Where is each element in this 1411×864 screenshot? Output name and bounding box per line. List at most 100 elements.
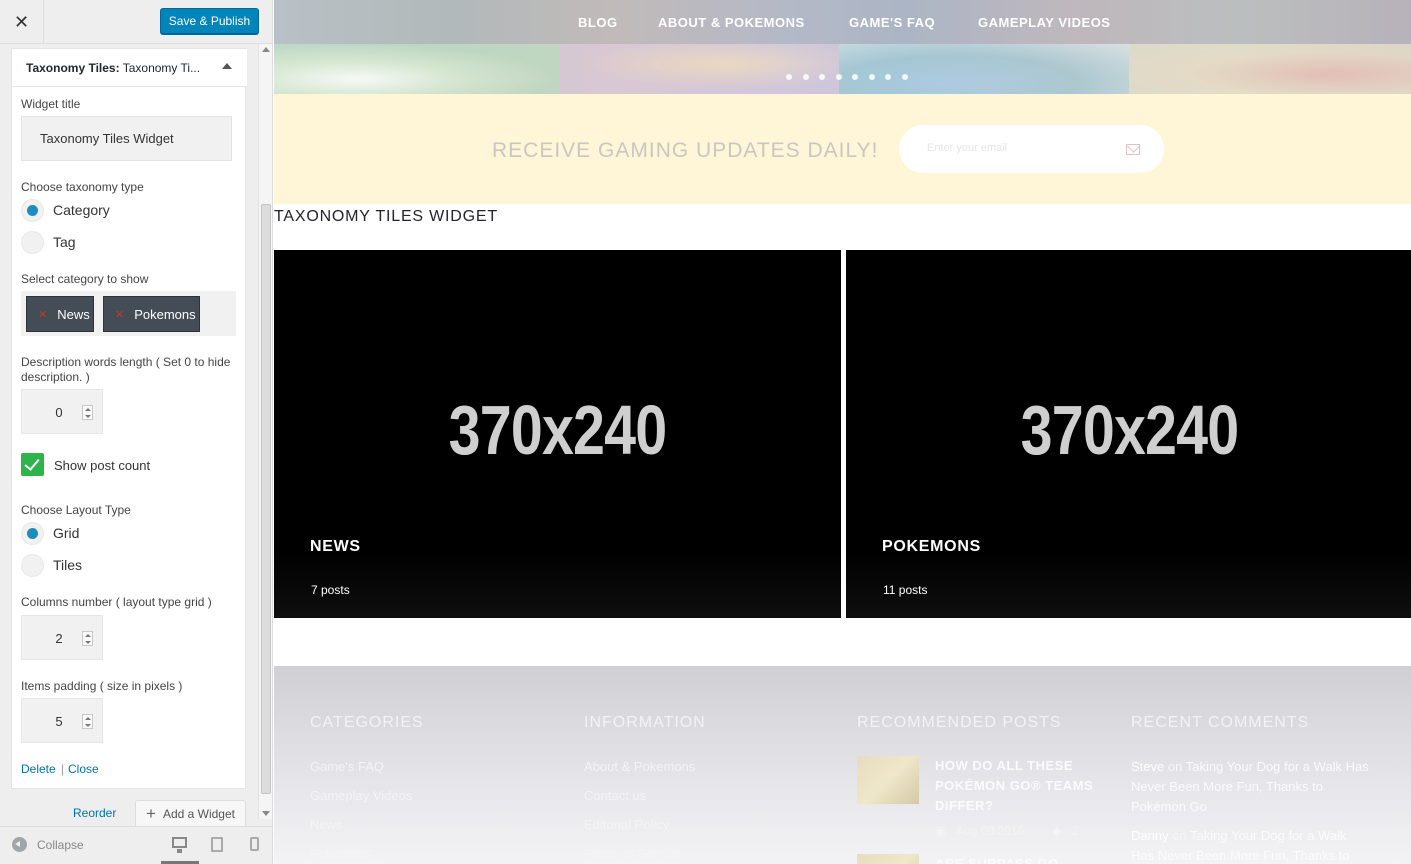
scroll-thumb[interactable] bbox=[261, 204, 271, 794]
columns-value: 2 bbox=[55, 631, 63, 646]
close-link[interactable]: Close bbox=[68, 762, 99, 776]
desc-length-label: Description words length ( Set 0 to hide… bbox=[21, 355, 231, 384]
footer-link[interactable]: News bbox=[310, 817, 343, 832]
slider-dot[interactable] bbox=[901, 74, 908, 80]
comment-on: on bbox=[1167, 759, 1183, 774]
padding-input[interactable]: 5 bbox=[21, 698, 103, 743]
tile-overlay bbox=[846, 548, 1411, 618]
save-publish-button[interactable]: Save & Publish bbox=[160, 8, 259, 34]
scroll-up-icon[interactable] bbox=[262, 47, 270, 52]
tile-placeholder-image: 370x240 bbox=[448, 391, 668, 469]
post-thumbnail[interactable] bbox=[857, 756, 919, 804]
nav-blog[interactable]: BLOG bbox=[578, 15, 618, 30]
widget-title-input[interactable]: Taxonomy Tiles Widget bbox=[21, 116, 232, 161]
radio-grid[interactable] bbox=[21, 522, 44, 545]
post-thumbnail[interactable] bbox=[857, 854, 919, 864]
footer-comments-title: RECENT COMMENTS bbox=[1131, 714, 1310, 731]
customizer-sidebar: ✕ Save & Publish Taxonomy Tiles: Taxonom… bbox=[0, 0, 273, 864]
newsletter-email-input[interactable]: Enter your email bbox=[899, 125, 1164, 173]
envelope-icon[interactable] bbox=[1126, 144, 1140, 155]
reorder-link[interactable]: Reorder bbox=[73, 806, 116, 820]
slider-dot[interactable] bbox=[852, 74, 858, 80]
recent-comment: Steve on Taking Your Dog for a Walk Has … bbox=[1131, 757, 1371, 817]
spinner-icon[interactable] bbox=[82, 631, 93, 646]
tablet-preview-icon[interactable] bbox=[211, 837, 223, 852]
padding-label: Items padding ( size in pixels ) bbox=[21, 679, 183, 693]
collapse-icon[interactable] bbox=[12, 837, 27, 852]
tile-title[interactable]: NEWS bbox=[310, 538, 361, 556]
widget-title-preview: Taxonomy Ti... bbox=[122, 61, 201, 75]
add-widget-label: Add a Widget bbox=[162, 807, 235, 821]
chip-pokemons: ✕ Pokemons bbox=[103, 296, 200, 332]
collapse-button[interactable]: Collapse bbox=[37, 838, 84, 852]
footer-link[interactable]: Pokemons bbox=[310, 846, 371, 861]
slider-dot[interactable] bbox=[835, 74, 842, 80]
scroll-down-icon[interactable] bbox=[262, 811, 270, 816]
close-customizer-button[interactable]: ✕ bbox=[0, 0, 44, 44]
layout-type-label: Choose Layout Type bbox=[21, 503, 131, 517]
post-date: Aug 08 2016 bbox=[956, 824, 1025, 838]
slider-dot[interactable] bbox=[868, 74, 875, 80]
plus-icon: + bbox=[146, 804, 156, 823]
recommended-post-title[interactable]: ARE SURPASS GO FOLL... bbox=[935, 854, 1105, 864]
recommended-post-title[interactable]: HOW DO ALL THESE POKÉMON GO® TEAMS DIFFE… bbox=[935, 756, 1105, 816]
padding-value: 5 bbox=[55, 714, 63, 729]
nav-about-pokemons[interactable]: ABOUT & POKEMONS bbox=[658, 15, 805, 30]
chip-news: ✕ News bbox=[26, 296, 94, 332]
columns-input[interactable]: 2 bbox=[21, 615, 103, 660]
chip-label: Pokemons bbox=[134, 306, 196, 322]
widget-heading: TAXONOMY TILES WIDGET bbox=[274, 208, 498, 225]
remove-icon[interactable]: ✕ bbox=[115, 308, 124, 321]
slider-dot[interactable] bbox=[802, 74, 809, 80]
footer-link[interactable]: Editorial Policy bbox=[584, 817, 669, 832]
radio-tag-label: Tag bbox=[53, 234, 76, 250]
footer-link[interactable]: Contact us bbox=[584, 788, 646, 803]
collapse-arrow-icon[interactable] bbox=[222, 63, 232, 69]
nav-games-faq[interactable]: GAME'S FAQ bbox=[849, 15, 935, 30]
tile-post-count: 11 posts bbox=[883, 583, 928, 597]
comment-icon: ◆ bbox=[1052, 824, 1062, 838]
comment-post-link[interactable]: Taking Your Dog for a Walk Has Never Bee… bbox=[1131, 759, 1369, 814]
main-nav: BLOG ABOUT & POKEMONS GAME'S FAQ GAMEPLA… bbox=[274, 0, 1411, 44]
sidebar-scrollbar[interactable] bbox=[258, 44, 272, 819]
slide-image bbox=[274, 44, 559, 94]
radio-tiles-label: Tiles bbox=[53, 557, 83, 573]
columns-label: Columns number ( layout type grid ) bbox=[21, 595, 212, 609]
comment-author[interactable]: Steve bbox=[1131, 759, 1164, 774]
site-footer: CATEGORIES Game's FAQ Gameplay Videos Ne… bbox=[274, 666, 1411, 864]
newsletter-section: RECEIVE GAMING UPDATES DAILY! Enter your… bbox=[274, 94, 1411, 204]
slider-dot[interactable] bbox=[885, 74, 891, 80]
calendar-icon: ▣ bbox=[935, 824, 947, 838]
tile-placeholder-image: 370x240 bbox=[1020, 391, 1240, 469]
footer-recommended-title: RECOMMENDED POSTS bbox=[857, 714, 1062, 731]
footer-link[interactable]: Terms of Service bbox=[584, 846, 681, 861]
remove-icon[interactable]: ✕ bbox=[38, 308, 47, 321]
footer-link[interactable]: About & Pokemons bbox=[584, 759, 695, 774]
desc-length-input[interactable]: 0 bbox=[21, 389, 103, 434]
mobile-preview-icon[interactable] bbox=[250, 837, 259, 851]
add-widget-button[interactable]: + Add a Widget bbox=[135, 800, 246, 828]
tile-pokemons[interactable]: 370x240 POKEMONS 11 posts bbox=[846, 250, 1411, 618]
spinner-icon[interactable] bbox=[82, 714, 93, 729]
show-post-count-checkbox[interactable] bbox=[21, 453, 44, 476]
widget-header[interactable]: Taxonomy Tiles: Taxonomy Ti... bbox=[12, 49, 247, 87]
customizer-header: ✕ Save & Publish bbox=[0, 0, 272, 44]
radio-tag[interactable] bbox=[21, 231, 44, 254]
delete-link[interactable]: Delete bbox=[21, 762, 56, 776]
customizer-footer: Collapse bbox=[0, 826, 272, 864]
slider-dot[interactable] bbox=[819, 74, 825, 80]
widget-title-label: Widget title bbox=[21, 97, 81, 111]
footer-link[interactable]: Gameplay Videos bbox=[310, 788, 412, 803]
nav-gameplay-videos[interactable]: GAMEPLAY VIDEOS bbox=[978, 15, 1110, 30]
desktop-preview-icon[interactable] bbox=[172, 837, 187, 853]
tile-title[interactable]: POKEMONS bbox=[882, 538, 981, 556]
spinner-icon[interactable] bbox=[82, 405, 93, 420]
tile-news[interactable]: 370x240 NEWS 7 posts bbox=[274, 250, 841, 618]
radio-tiles[interactable] bbox=[21, 554, 44, 577]
radio-category[interactable] bbox=[21, 199, 44, 222]
comment-author[interactable]: Danny bbox=[1131, 828, 1169, 843]
taxonomy-type-label: Choose taxonomy type bbox=[21, 180, 144, 194]
footer-link[interactable]: Game's FAQ bbox=[310, 759, 384, 774]
category-multiselect[interactable]: ✕ News ✕ Pokemons bbox=[21, 291, 236, 336]
slider-dot[interactable] bbox=[786, 74, 792, 80]
